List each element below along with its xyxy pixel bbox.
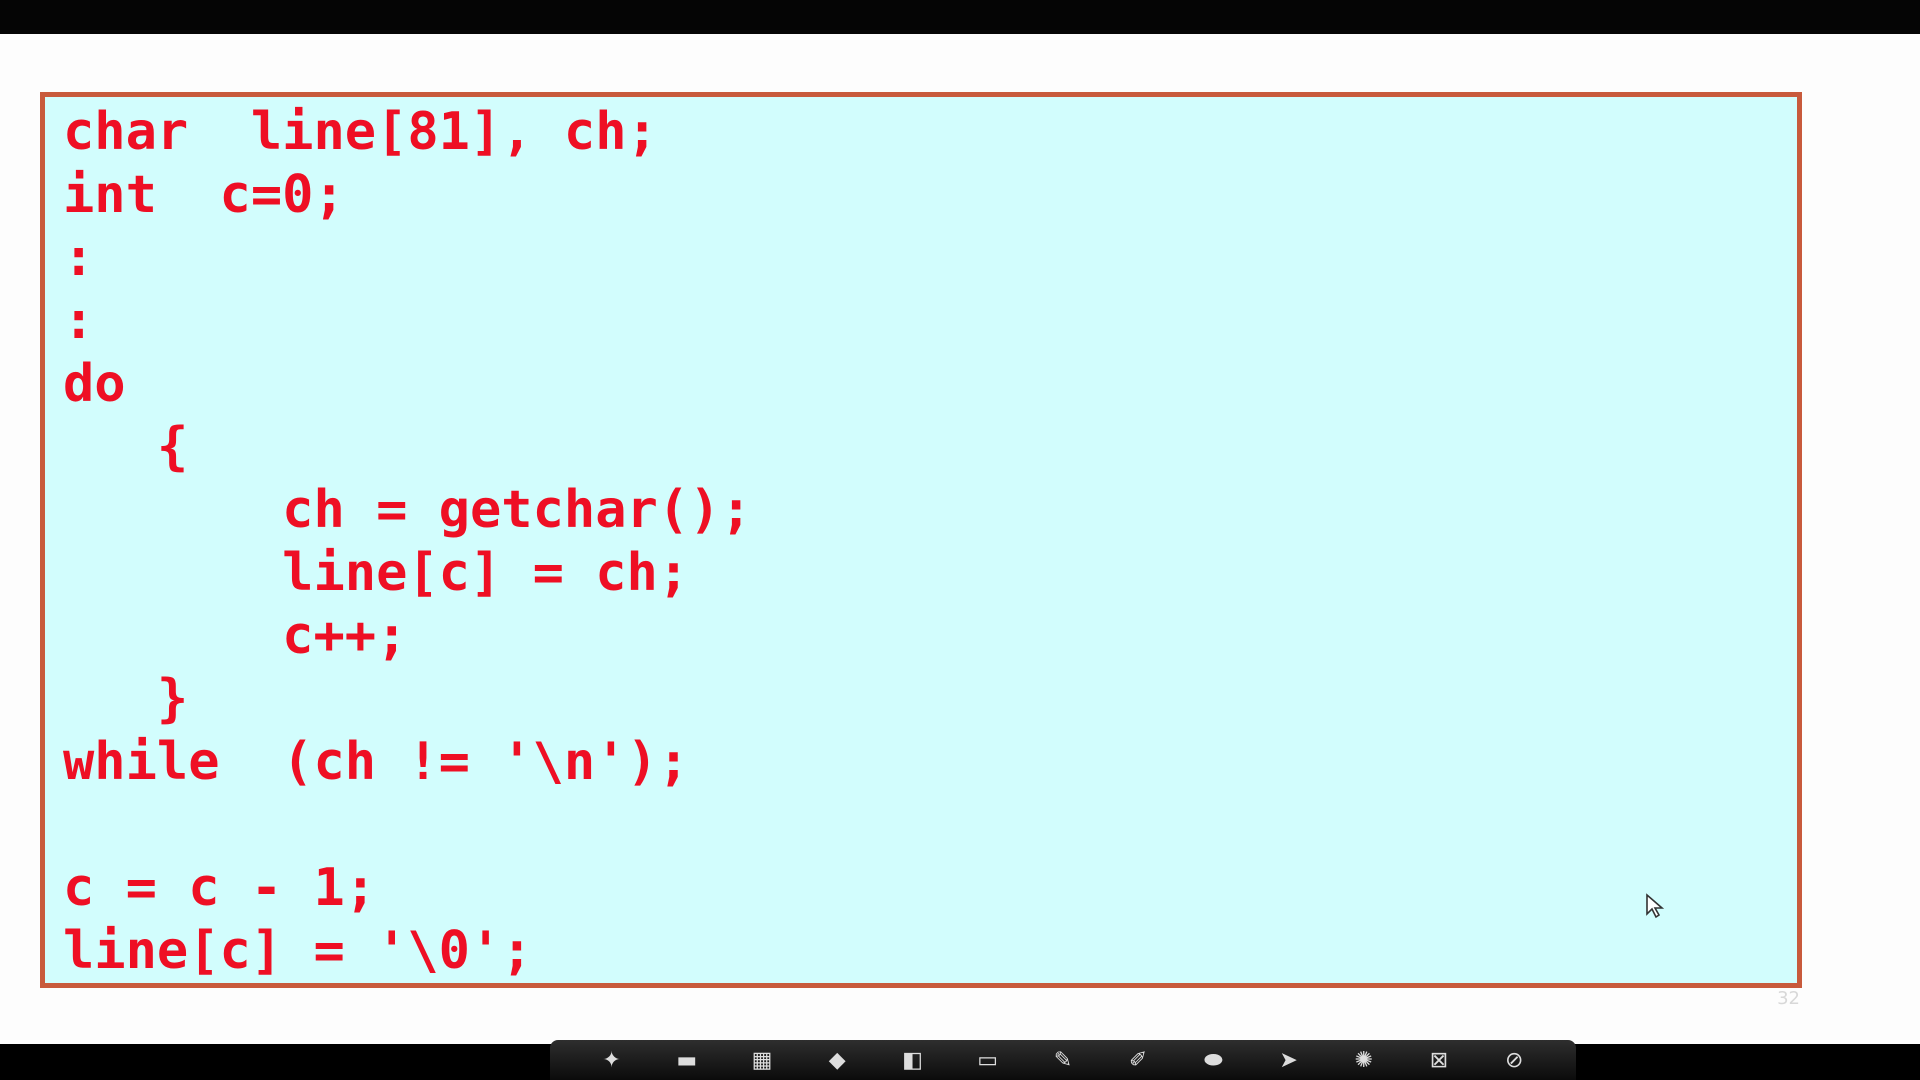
code-line: do bbox=[63, 354, 126, 414]
code-line: } bbox=[63, 669, 189, 729]
code-line: c++; bbox=[63, 606, 408, 666]
capture-tool-icon[interactable]: ▦ bbox=[742, 1046, 782, 1074]
code-line: c = c - 1; bbox=[63, 858, 377, 918]
eraser-tool-icon[interactable]: ⬬ bbox=[1193, 1046, 1233, 1074]
code-line: line[c] = ch; bbox=[63, 543, 690, 603]
code-line: char line[81], ch; bbox=[63, 102, 658, 162]
code-line: line[c] = '\0'; bbox=[63, 921, 533, 981]
top-letterbox bbox=[0, 0, 1920, 34]
spotlight-tool-icon[interactable]: ✺ bbox=[1344, 1046, 1384, 1074]
code-line: { bbox=[63, 417, 189, 477]
code-line: while (ch != '\n'); bbox=[63, 732, 690, 792]
keyboard-tool-icon[interactable]: ▭ bbox=[968, 1046, 1008, 1074]
select-tool-icon[interactable]: ➤ bbox=[1269, 1046, 1309, 1074]
annotation-toolbar: ✦ ▬ ▦ ◆ ◧ ▭ ✎ ✐ ⬬ ➤ ✺ ⊠ ⊘ bbox=[550, 1040, 1576, 1080]
slide-number: 32 bbox=[1777, 988, 1800, 1009]
code-line: : bbox=[63, 291, 95, 351]
code-box: char line[81], ch; int c=0; : : do { ch … bbox=[40, 92, 1802, 988]
code-line: : bbox=[63, 228, 95, 288]
code-line: int c=0; bbox=[63, 165, 345, 225]
code-line: ch = getchar(); bbox=[63, 480, 752, 540]
mouse-cursor-icon bbox=[1646, 893, 1665, 919]
screen-tool-icon[interactable]: ⊠ bbox=[1419, 1046, 1459, 1074]
board-tool-icon[interactable]: ◧ bbox=[892, 1046, 932, 1074]
clear-tool-icon[interactable]: ⊘ bbox=[1494, 1046, 1534, 1074]
pointer-tool-icon[interactable]: ✦ bbox=[592, 1046, 632, 1074]
pen-tool-icon[interactable]: ✎ bbox=[1043, 1046, 1083, 1074]
folder-tool-icon[interactable]: ▬ bbox=[667, 1046, 707, 1074]
highlighter-tool-icon[interactable]: ✐ bbox=[1118, 1046, 1158, 1074]
slide: char line[81], ch; int c=0; : : do { ch … bbox=[0, 34, 1920, 1044]
shape-tool-icon[interactable]: ◆ bbox=[817, 1046, 857, 1074]
